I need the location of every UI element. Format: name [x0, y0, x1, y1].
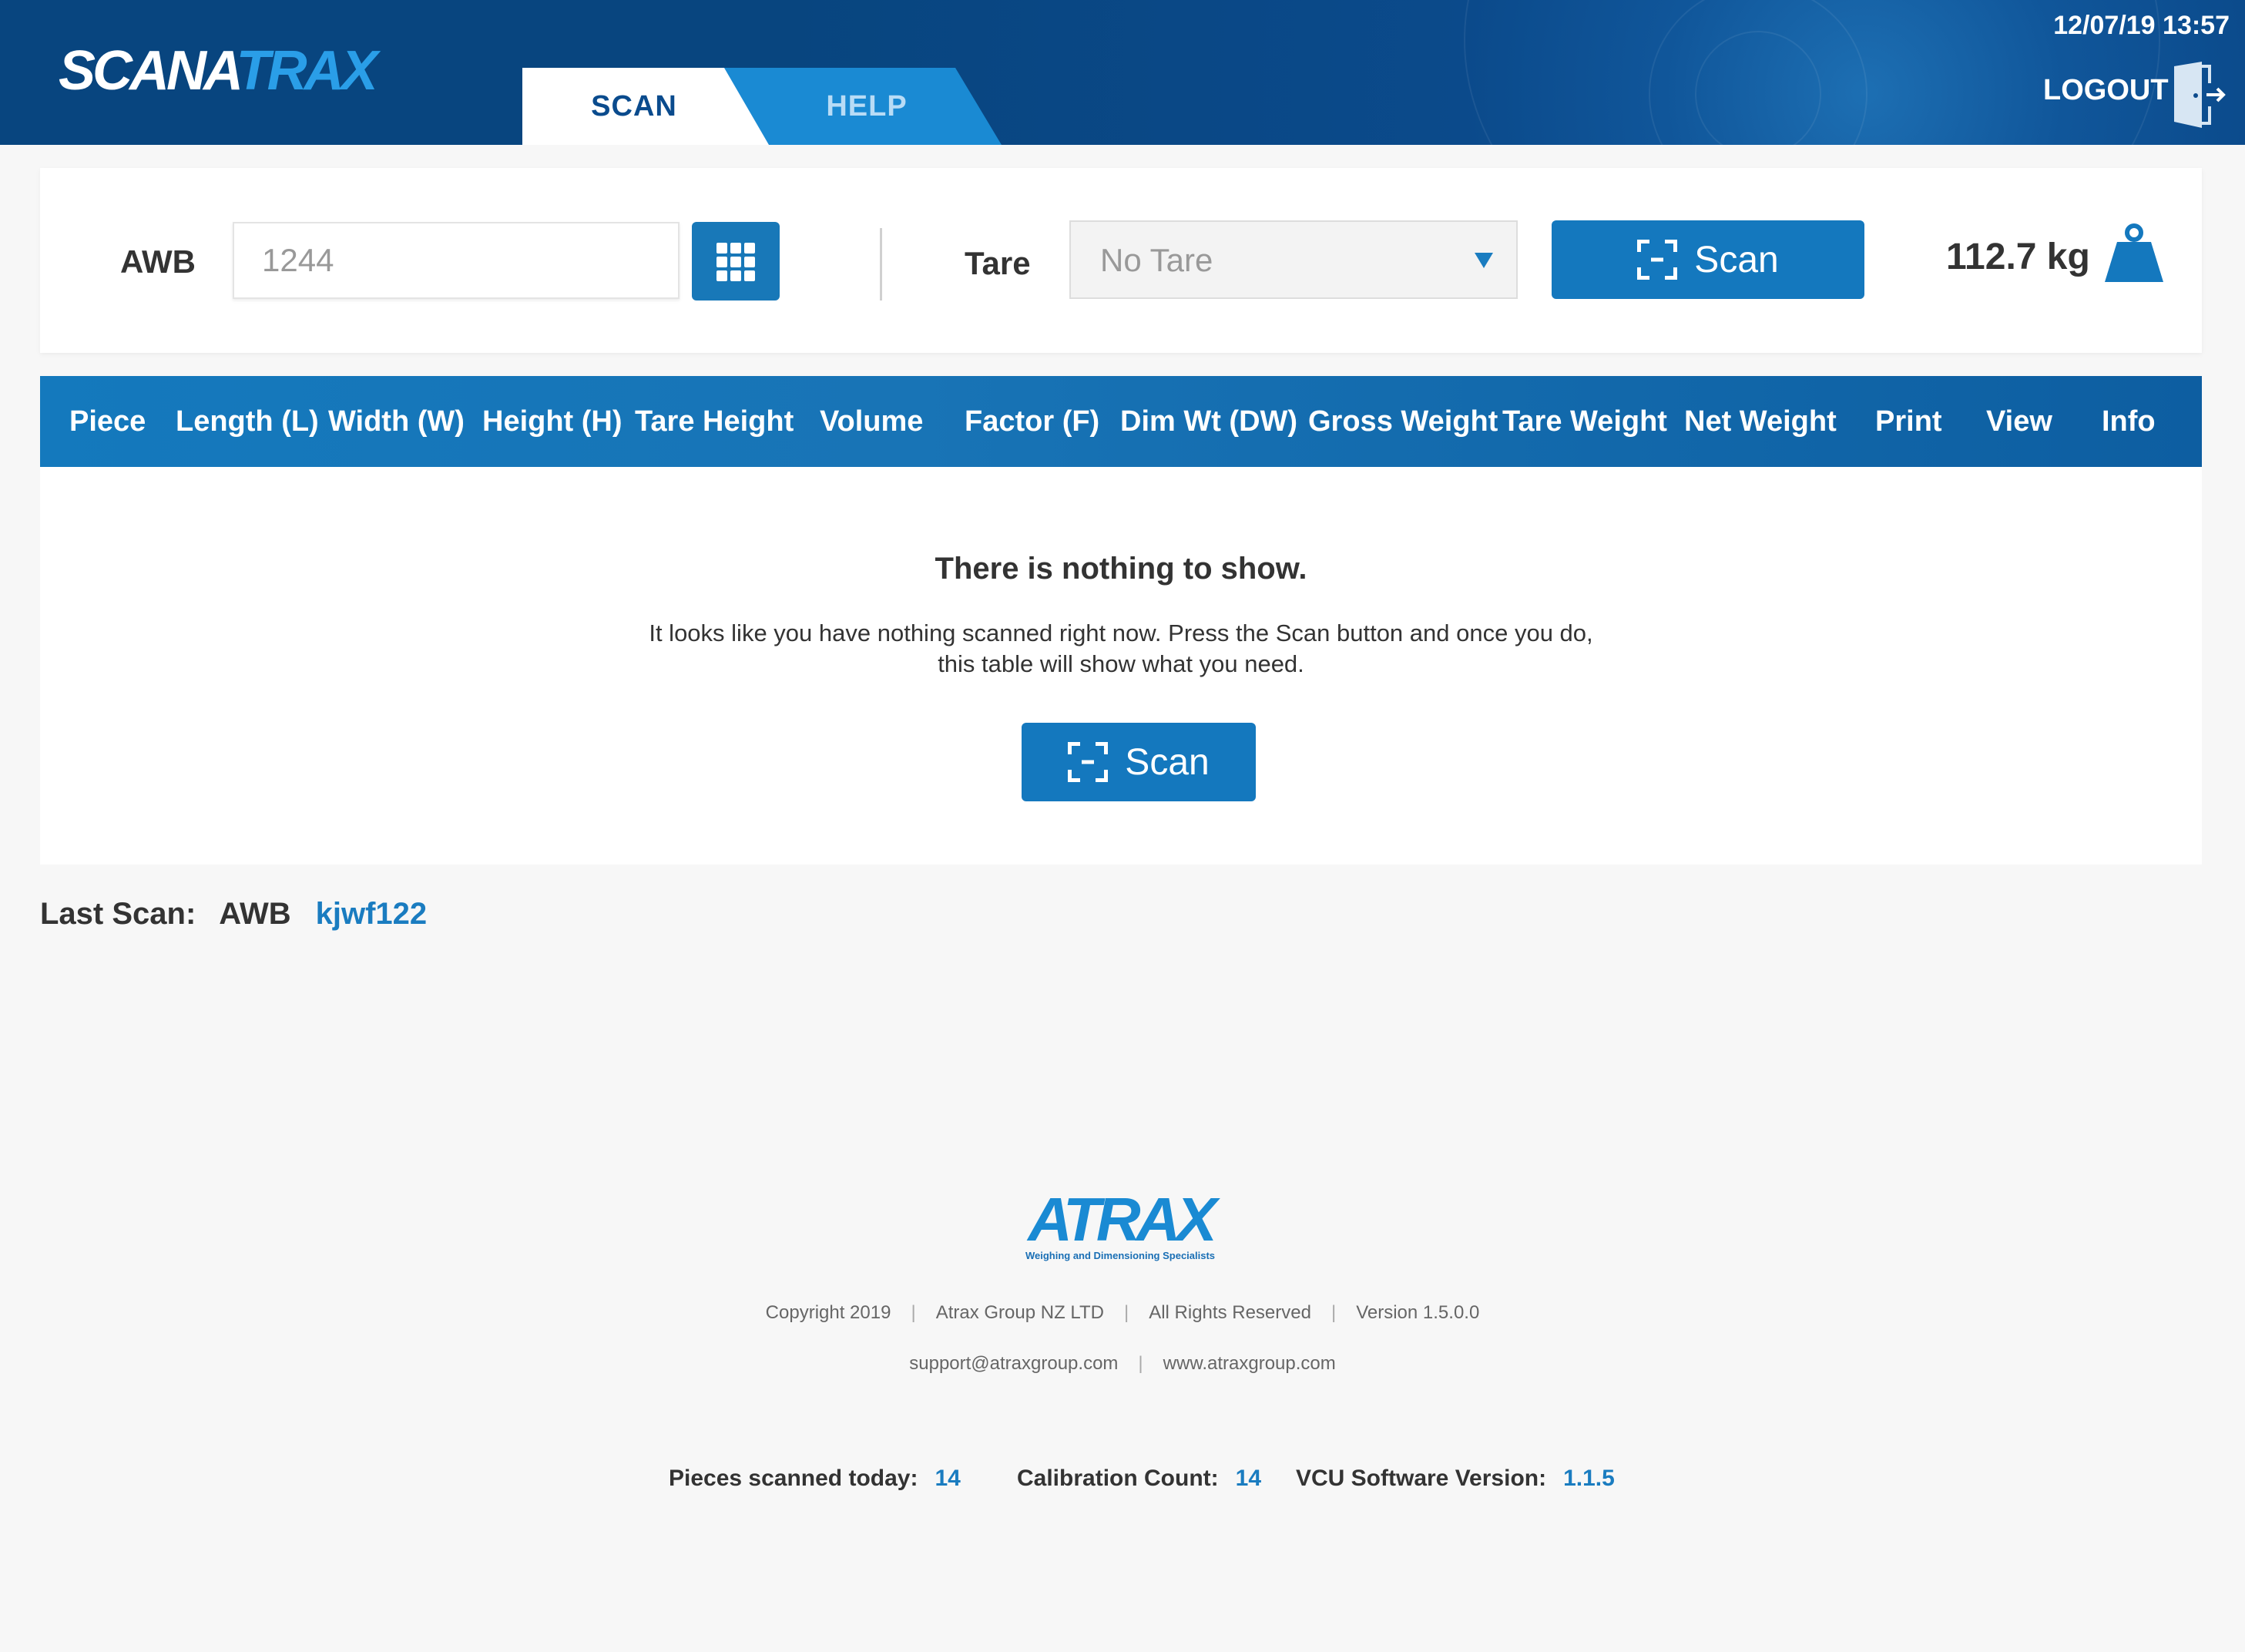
scan-button[interactable]: Scan: [1552, 220, 1864, 299]
logo-text-blue: TRAX: [236, 40, 378, 102]
atrax-logo-tagline: Weighing and Dimensioning Specialists: [1025, 1250, 1215, 1261]
keypad-icon: [716, 243, 755, 281]
toolbar-divider: [880, 228, 882, 301]
empty-state-message: It looks like you have nothing scanned r…: [40, 618, 2202, 680]
weight-readout: 112.7 kg: [1946, 237, 2090, 277]
footer-legal: Copyright 2019 | Atrax Group NZ LTD | All Ri…: [765, 1302, 1480, 1323]
empty-state-line-2: this table will show what you need.: [938, 650, 1304, 677]
table-empty-state: There is nothing to show. It looks like …: [40, 467, 2202, 865]
logout-door-icon[interactable]: [2171, 60, 2227, 129]
atrax-logo-text: ATRAX: [1026, 1193, 1220, 1254]
empty-state-title: There is nothing to show.: [935, 552, 1307, 586]
footer-contact: support@atraxgroup.com | www.atraxgroup.co…: [909, 1353, 1336, 1374]
scan-frame-icon: [1068, 742, 1109, 782]
table-header: Piece Length (L) Width (W) Height (H) Ta…: [40, 376, 2202, 467]
column-header-info[interactable]: Info: [2102, 376, 2156, 467]
tab-help[interactable]: HELP: [778, 68, 955, 145]
last-scan: Last Scan: AWB kjwf122: [40, 897, 427, 932]
column-header-tare-weight[interactable]: Tare Weight: [1502, 376, 1667, 467]
empty-state-line-1: It looks like you have nothing scanned r…: [649, 620, 1593, 646]
column-header-volume[interactable]: Volume: [820, 376, 923, 467]
scan-frame-icon: [1637, 240, 1678, 280]
datetime-display: 12/07/19 13:57: [2053, 11, 2230, 40]
column-header-width[interactable]: Width (W): [328, 376, 465, 467]
tab-scan[interactable]: SCAN: [522, 68, 746, 145]
logo-text-white: SCANA: [59, 40, 240, 102]
empty-state-scan-label: Scan: [1125, 741, 1210, 783]
column-header-gross-weight[interactable]: Gross Weight: [1308, 376, 1498, 467]
logout-button[interactable]: LOGOUT: [2043, 74, 2169, 107]
last-scan-type: AWB: [219, 897, 291, 931]
footer-rights: All Rights Reserved: [1149, 1302, 1311, 1323]
column-header-tare-height[interactable]: Tare Height: [635, 376, 794, 467]
last-scan-label: Last Scan:: [40, 897, 196, 931]
footer-company: Atrax Group NZ LTD: [935, 1302, 1104, 1323]
footer-email-link[interactable]: support@atraxgroup.com: [909, 1353, 1118, 1374]
tare-select[interactable]: No Tare: [1069, 220, 1518, 299]
footer-copyright: Copyright 2019: [765, 1302, 891, 1323]
stat-calibration-count: Calibration Count: 14: [1017, 1466, 1261, 1492]
column-header-factor[interactable]: Factor (F): [965, 376, 1099, 467]
stat-vcu-value: 1.1.5: [1563, 1466, 1615, 1491]
stat-vcu-label: VCU Software Version:: [1296, 1466, 1547, 1491]
column-header-piece[interactable]: Piece: [69, 376, 146, 467]
scanatrax-logo: SCANATRAX: [59, 40, 378, 102]
column-header-height[interactable]: Height (H): [482, 376, 622, 467]
last-scan-value-link[interactable]: kjwf122: [316, 897, 428, 931]
tare-label: Tare: [965, 245, 1031, 281]
stat-pieces-value: 14: [935, 1466, 961, 1491]
footer-website-link[interactable]: www.atraxgroup.com: [1163, 1353, 1336, 1374]
app-header: SCANATRAX SCAN HELP 12/07/19 13:57 LOGOU…: [0, 0, 2245, 145]
chevron-down-icon: [1475, 253, 1493, 268]
weight-icon: [2105, 223, 2163, 282]
empty-state-scan-button[interactable]: Scan: [1022, 723, 1256, 801]
column-header-length[interactable]: Length (L): [176, 376, 319, 467]
scan-button-label: Scan: [1694, 239, 1779, 280]
stat-vcu-version: VCU Software Version: 1.1.5: [1296, 1466, 1615, 1492]
column-header-net-weight[interactable]: Net Weight: [1684, 376, 1837, 467]
tare-selected-value: No Tare: [1100, 242, 1213, 278]
footer-version: Version 1.5.0.0: [1356, 1302, 1480, 1323]
stat-calibration-label: Calibration Count:: [1017, 1466, 1219, 1491]
atrax-logo: ATRAX Weighing and Dimensioning Speciali…: [1025, 1193, 1225, 1261]
column-header-print[interactable]: Print: [1875, 376, 1942, 467]
keypad-button[interactable]: [692, 222, 780, 301]
awb-label: AWB: [120, 243, 196, 280]
stat-pieces-label: Pieces scanned today:: [669, 1466, 918, 1491]
stat-calibration-value: 14: [1235, 1466, 1262, 1491]
awb-input[interactable]: [233, 222, 680, 299]
stat-pieces-scanned: Pieces scanned today: 14: [669, 1466, 961, 1492]
column-header-dim-wt[interactable]: Dim Wt (DW): [1120, 376, 1297, 467]
column-header-view[interactable]: View: [1986, 376, 2052, 467]
